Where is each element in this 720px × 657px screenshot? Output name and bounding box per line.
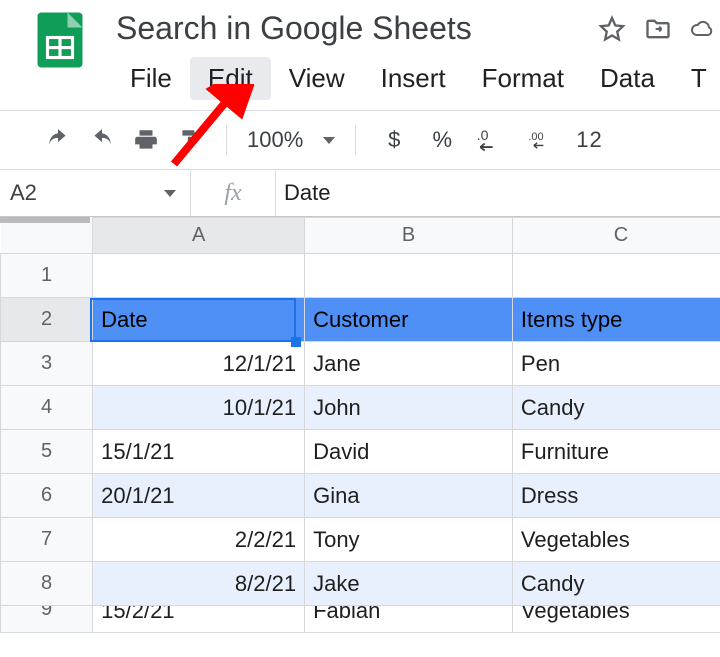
undo-button[interactable] <box>36 118 80 162</box>
paint-format-button[interactable] <box>168 118 212 162</box>
cell[interactable]: Gina <box>305 474 513 518</box>
svg-text:.0: .0 <box>477 127 489 143</box>
redo-button[interactable] <box>80 118 124 162</box>
cloud-status-icon[interactable] <box>690 12 714 46</box>
cell[interactable]: Dress <box>512 474 720 518</box>
menu-insert[interactable]: Insert <box>363 57 464 100</box>
menu-file[interactable]: File <box>112 57 190 100</box>
cell[interactable]: Candy <box>512 562 720 606</box>
format-percent-button[interactable]: % <box>418 118 466 162</box>
dropdown-caret-icon <box>323 137 335 144</box>
cell[interactable]: 15/1/21 <box>93 430 305 474</box>
cell[interactable]: Furniture <box>512 430 720 474</box>
cell[interactable] <box>305 254 513 298</box>
row-header[interactable]: 1 <box>1 254 93 298</box>
document-title[interactable]: Search in Google Sheets <box>116 10 472 47</box>
cell[interactable]: Jake <box>305 562 513 606</box>
move-to-folder-icon[interactable] <box>644 12 672 46</box>
print-button[interactable] <box>124 118 168 162</box>
cell[interactable]: 10/1/21 <box>93 386 305 430</box>
menu-format[interactable]: Format <box>464 57 582 100</box>
cell[interactable]: Vegetables <box>512 518 720 562</box>
column-header-B[interactable]: B <box>305 218 513 254</box>
fx-label: fx <box>191 180 275 207</box>
cell[interactable]: Tony <box>305 518 513 562</box>
sheets-logo-icon[interactable] <box>30 10 90 70</box>
cell[interactable]: David <box>305 430 513 474</box>
cell[interactable]: 8/2/21 <box>93 562 305 606</box>
cell[interactable]: Jane <box>305 342 513 386</box>
star-icon[interactable] <box>598 12 626 46</box>
zoom-value: 100% <box>247 127 303 153</box>
cell[interactable] <box>512 254 720 298</box>
cell[interactable]: Fabian <box>305 606 513 633</box>
cell[interactable]: 12/1/21 <box>93 342 305 386</box>
row-header[interactable]: 6 <box>1 474 93 518</box>
cell[interactable]: Candy <box>512 386 720 430</box>
cell[interactable]: 2/2/21 <box>93 518 305 562</box>
row-header[interactable]: 4 <box>1 386 93 430</box>
row-header[interactable]: 2 <box>1 298 93 342</box>
row-header[interactable]: 8 <box>1 562 93 606</box>
menu-tools-partial[interactable]: T <box>673 57 711 100</box>
cell[interactable]: Customer <box>305 298 513 342</box>
name-box-value: A2 <box>10 180 37 206</box>
cell[interactable]: 15/2/21 <box>93 606 305 633</box>
cell[interactable]: Vegetables <box>512 606 720 633</box>
cell[interactable]: John <box>305 386 513 430</box>
formula-bar-value[interactable]: Date <box>276 180 330 206</box>
cell[interactable]: Items type <box>512 298 720 342</box>
row-header[interactable]: 5 <box>1 430 93 474</box>
cell[interactable]: 20/1/21 <box>93 474 305 518</box>
format-currency-button[interactable]: $ <box>370 118 418 162</box>
decrease-decimal-button[interactable]: .0 <box>466 118 514 162</box>
row-header[interactable]: 3 <box>1 342 93 386</box>
cell[interactable]: Date <box>93 298 305 342</box>
column-header-C[interactable]: C <box>512 218 720 254</box>
cell[interactable] <box>93 254 305 298</box>
menu-data[interactable]: Data <box>582 57 673 100</box>
cell[interactable]: Pen <box>512 342 720 386</box>
format-123-button[interactable]: 12 <box>570 127 608 153</box>
spreadsheet-grid[interactable]: A B C 1 2 Date Customer Items type 3 12/… <box>0 217 720 633</box>
svg-text:.00: .00 <box>529 131 544 143</box>
menu-edit[interactable]: Edit <box>190 57 271 100</box>
column-header-A[interactable]: A <box>93 218 305 254</box>
dropdown-caret-icon <box>164 190 176 197</box>
menu-view[interactable]: View <box>271 57 363 100</box>
zoom-dropdown[interactable]: 100% <box>241 127 341 153</box>
name-box[interactable]: A2 <box>0 180 190 206</box>
row-header[interactable]: 7 <box>1 518 93 562</box>
row-header[interactable]: 9 <box>1 606 93 633</box>
increase-decimal-button[interactable]: .00 <box>514 118 570 162</box>
